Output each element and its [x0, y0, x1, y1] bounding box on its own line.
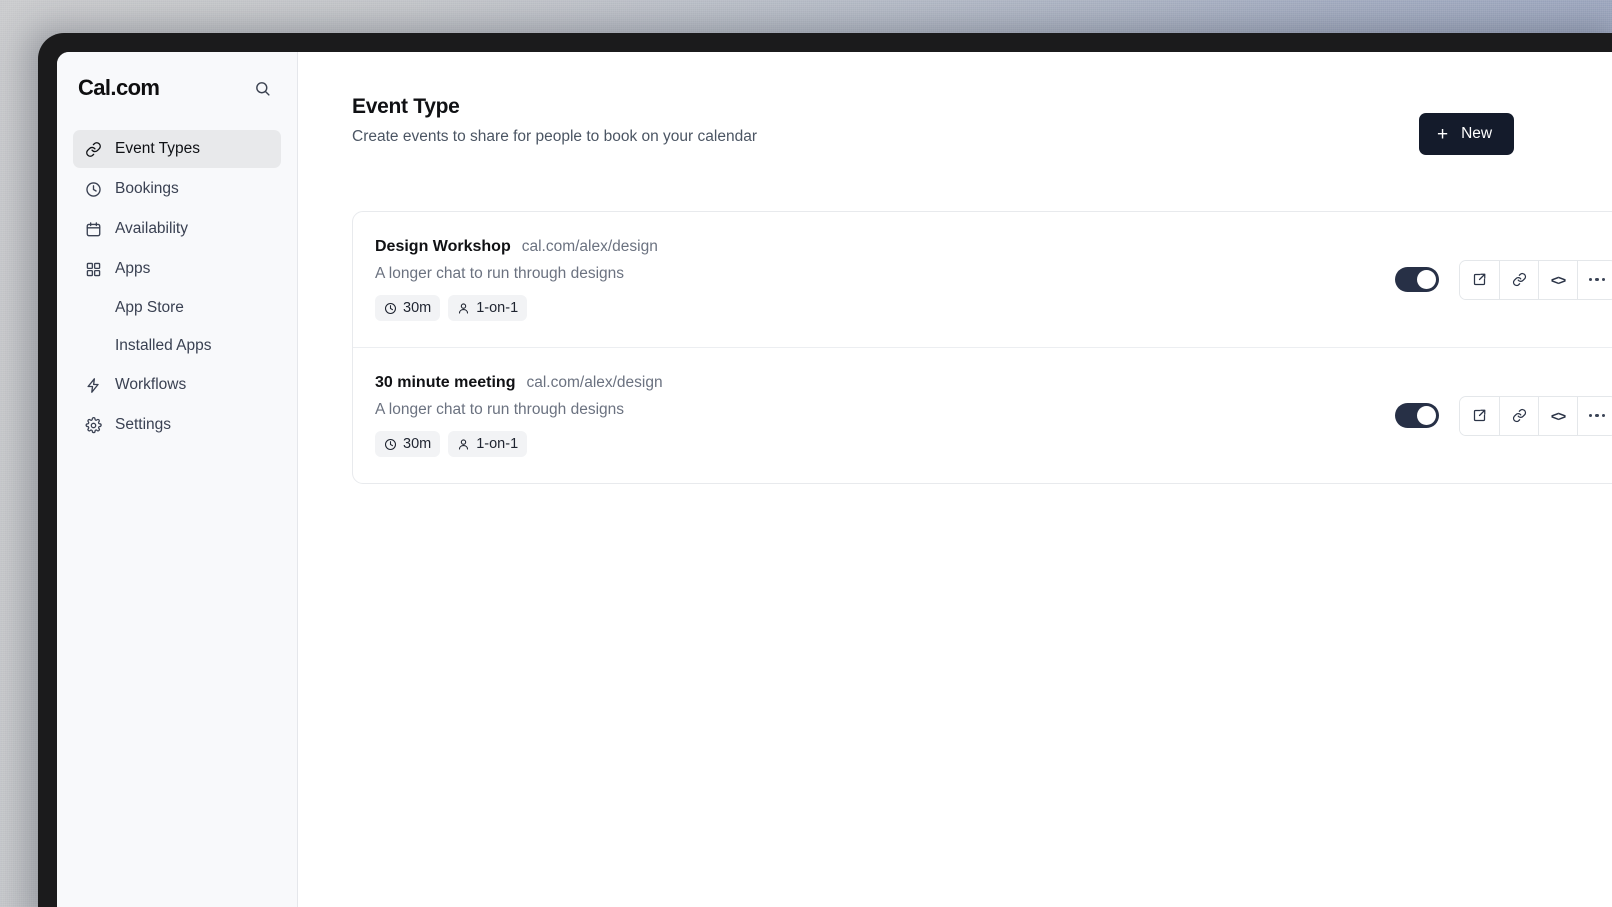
search-icon[interactable] [249, 75, 275, 101]
external-link-icon[interactable] [1460, 396, 1499, 435]
toggle-knob [1417, 406, 1436, 425]
event-type-row[interactable]: Design Workshop cal.com/alex/design A lo… [353, 212, 1612, 347]
sidebar-item-event-types[interactable]: Event Types [73, 130, 281, 168]
page-header: Event Type Create events to share for pe… [298, 52, 1612, 155]
clock-icon [384, 302, 397, 315]
code-brackets: <> [1550, 271, 1566, 288]
ellipsis-dots [1589, 277, 1605, 282]
event-badges: 30m 1-on-1 [375, 431, 1395, 457]
grid-icon [84, 260, 102, 278]
sidebar-item-label: Workflows [115, 376, 187, 393]
sidebar-item-bookings[interactable]: Bookings [73, 170, 281, 208]
event-types-list: Design Workshop cal.com/alex/design A lo… [352, 211, 1612, 484]
type-badge: 1-on-1 [448, 295, 528, 321]
sidebar-item-installed-apps[interactable]: Installed Apps [73, 328, 281, 364]
sidebar-item-settings[interactable]: Settings [73, 406, 281, 444]
type-badge: 1-on-1 [448, 431, 528, 457]
duration-badge: 30m [375, 295, 441, 321]
user-icon [457, 302, 470, 315]
clock-icon [84, 180, 102, 198]
event-details: 30 minute meeting cal.com/alex/design A … [375, 374, 1395, 457]
duration-label: 30m [403, 300, 432, 316]
code-brackets: <> [1550, 407, 1566, 424]
embed-code-icon[interactable]: <> [1538, 260, 1577, 299]
event-slug: cal.com/alex/design [521, 238, 658, 255]
add-new-event-type-button[interactable]: + New [1419, 113, 1515, 155]
sidebar-item-availability[interactable]: Availability [73, 210, 281, 248]
ellipsis-dots [1589, 413, 1605, 418]
event-actions: <> [1395, 259, 1612, 300]
event-title: Design Workshop [375, 238, 511, 255]
more-options-icon[interactable] [1577, 396, 1612, 435]
sidebar-item-label: Settings [115, 416, 172, 433]
gear-icon [84, 416, 102, 434]
sidebar: Cal.com Event Types Bookings Availabilit… [57, 52, 298, 907]
event-title-line: 30 minute meeting cal.com/alex/design [375, 374, 1395, 392]
sidebar-item-apps[interactable]: Apps [73, 250, 281, 288]
sidebar-item-label: Event Types [115, 140, 201, 157]
event-actions: <> [1395, 395, 1612, 436]
type-label: 1-on-1 [476, 436, 519, 452]
event-action-buttons: <> [1459, 395, 1612, 436]
external-link-icon[interactable] [1460, 260, 1499, 299]
event-title-line: Design Workshop cal.com/alex/design [375, 238, 1395, 256]
sidebar-nav: Event Types Bookings Availability Apps A… [73, 130, 281, 444]
device-frame: Cal.com Event Types Bookings Availabilit… [38, 33, 1612, 907]
event-enabled-toggle[interactable] [1395, 267, 1439, 292]
sidebar-header: Cal.com [73, 52, 281, 124]
copy-link-icon[interactable] [1499, 396, 1538, 435]
duration-badge: 30m [375, 431, 441, 457]
clock-icon [384, 438, 397, 451]
event-slug: cal.com/alex/design [526, 374, 663, 391]
brand-logo: Cal.com [78, 75, 160, 100]
embed-code-icon[interactable]: <> [1538, 396, 1577, 435]
sidebar-item-workflows[interactable]: Workflows [73, 366, 281, 404]
event-type-row[interactable]: 30 minute meeting cal.com/alex/design A … [353, 347, 1612, 483]
user-icon [457, 438, 470, 451]
type-label: 1-on-1 [476, 300, 519, 316]
event-details: Design Workshop cal.com/alex/design A lo… [375, 238, 1395, 321]
event-action-buttons: <> [1459, 259, 1612, 300]
duration-label: 30m [403, 436, 432, 452]
event-description: A longer chat to run through designs [375, 401, 625, 418]
bolt-icon [84, 376, 102, 394]
event-description: A longer chat to run through designs [375, 265, 625, 282]
calendar-icon [84, 220, 102, 238]
new-button-label: New [1461, 125, 1493, 142]
main-content: Event Type Create events to share for pe… [298, 52, 1612, 907]
copy-link-icon[interactable] [1499, 260, 1538, 299]
toggle-knob [1417, 270, 1436, 289]
event-title: 30 minute meeting [375, 374, 516, 391]
sidebar-item-label: Bookings [115, 180, 179, 197]
sidebar-subitem-label: App Store [115, 299, 184, 316]
event-badges: 30m 1-on-1 [375, 295, 1395, 321]
more-options-icon[interactable] [1577, 260, 1612, 299]
sidebar-item-label: Availability [115, 220, 188, 237]
app-screen: Cal.com Event Types Bookings Availabilit… [57, 52, 1612, 907]
sidebar-subitem-label: Installed Apps [115, 337, 212, 354]
plus-icon: + [1437, 123, 1449, 145]
sidebar-item-label: Apps [115, 260, 151, 277]
sidebar-item-app-store[interactable]: App Store [73, 290, 281, 326]
event-enabled-toggle[interactable] [1395, 403, 1439, 428]
link-icon [84, 140, 102, 158]
